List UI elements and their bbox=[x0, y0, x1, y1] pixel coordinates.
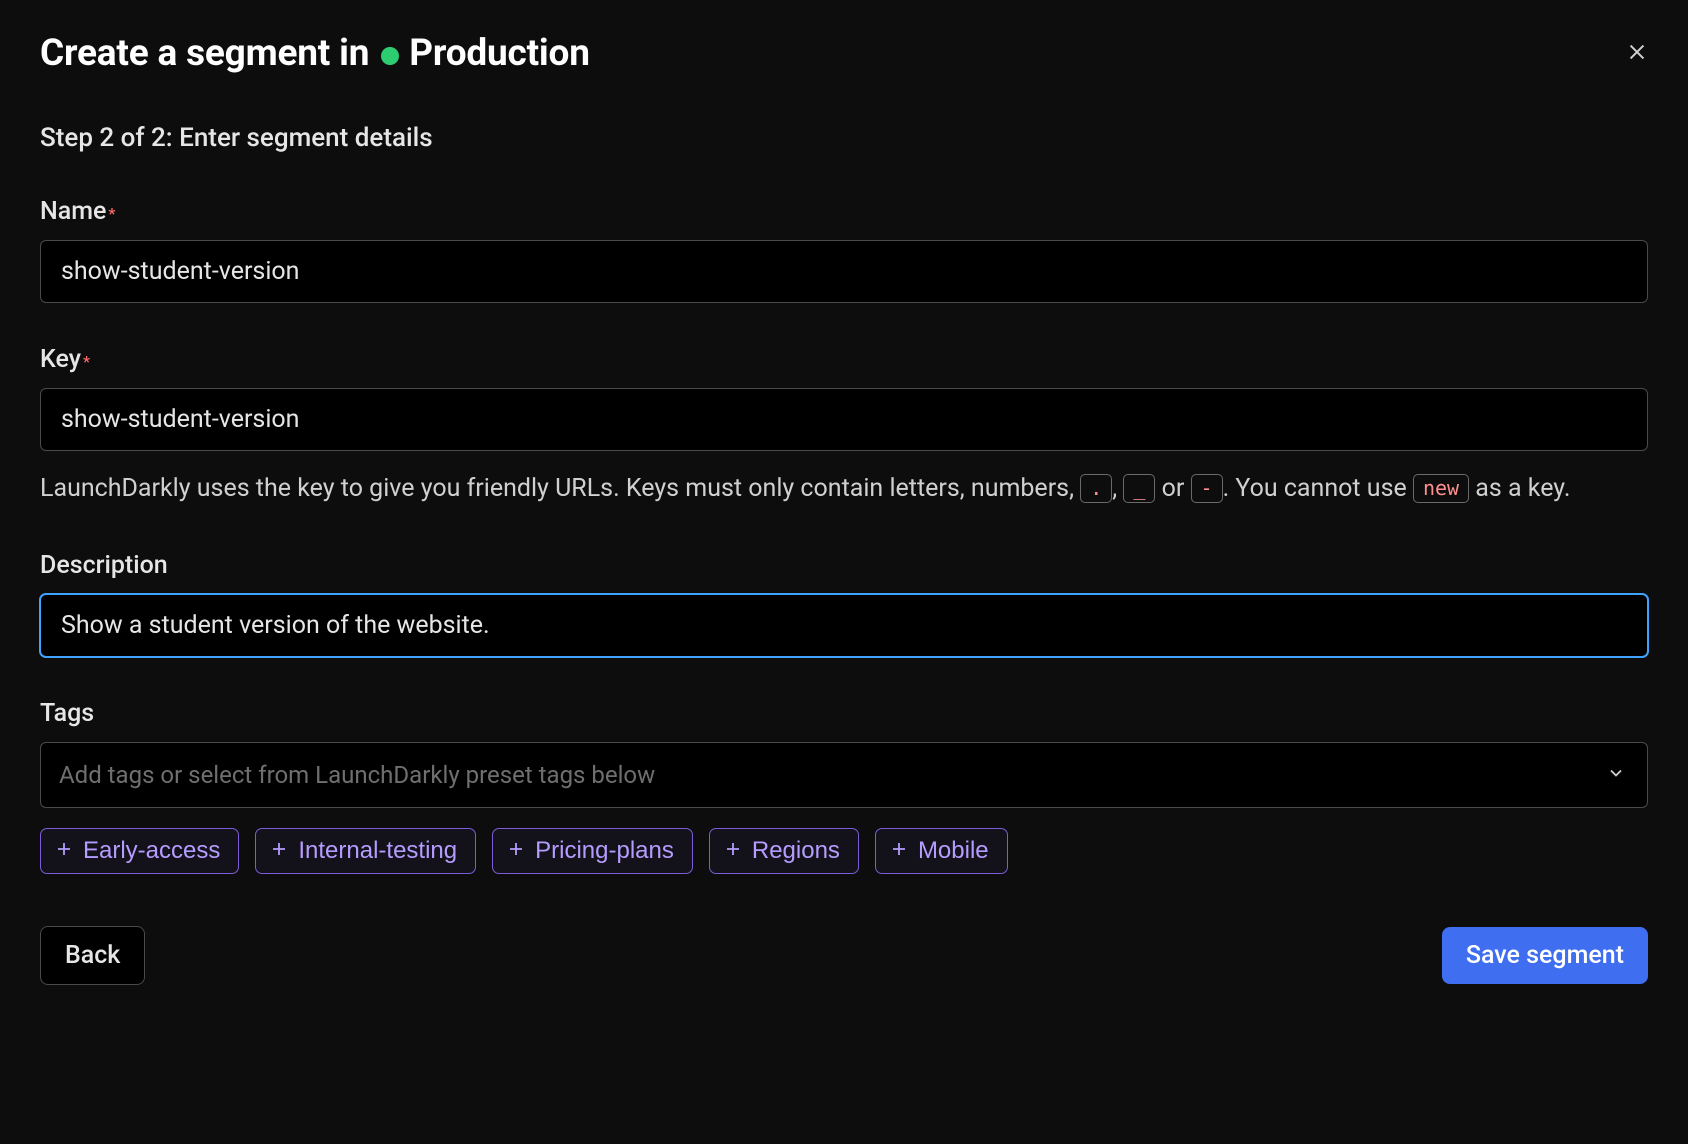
plus-icon bbox=[55, 837, 73, 865]
description-label: Description bbox=[40, 551, 168, 580]
key-label: Key bbox=[40, 345, 81, 374]
close-icon bbox=[1626, 41, 1648, 66]
help-sep1: , bbox=[1112, 474, 1123, 503]
help-sep2: or bbox=[1155, 474, 1190, 503]
code-token-dash: - bbox=[1191, 474, 1223, 503]
tags-input-wrap bbox=[40, 742, 1648, 808]
plus-icon bbox=[507, 837, 525, 865]
tag-label: Early-access bbox=[83, 837, 220, 865]
step-indicator: Step 2 of 2: Enter segment details bbox=[40, 123, 1648, 153]
close-button[interactable] bbox=[1618, 33, 1656, 74]
code-token-new: new bbox=[1413, 474, 1469, 503]
required-indicator: * bbox=[83, 352, 90, 371]
modal-header: Create a segment in Production bbox=[40, 32, 1648, 75]
tag-label: Pricing-plans bbox=[535, 837, 674, 865]
tags-field-group: Tags Early-access Internal-testing Prici… bbox=[40, 699, 1648, 874]
tag-label: Regions bbox=[752, 837, 840, 865]
tags-label: Tags bbox=[40, 699, 94, 728]
description-field-group: Description bbox=[40, 551, 1648, 657]
name-input[interactable] bbox=[40, 240, 1648, 303]
title-text-prefix: Create a segment in bbox=[40, 32, 369, 75]
modal-title: Create a segment in Production bbox=[40, 32, 590, 75]
key-input[interactable] bbox=[40, 388, 1648, 451]
tags-input[interactable] bbox=[40, 742, 1648, 808]
environment-name: Production bbox=[409, 32, 590, 75]
help-mid: . You cannot use bbox=[1223, 474, 1413, 503]
help-prefix: LaunchDarkly uses the key to give you fr… bbox=[40, 474, 1080, 503]
back-button[interactable]: Back bbox=[40, 926, 145, 985]
preset-tag-list: Early-access Internal-testing Pricing-pl… bbox=[40, 828, 1648, 874]
help-suffix: as a key. bbox=[1469, 474, 1570, 503]
code-token-underscore: _ bbox=[1123, 474, 1155, 503]
plus-icon bbox=[724, 837, 742, 865]
environment-status-dot-icon bbox=[381, 47, 399, 65]
tag-chip-mobile[interactable]: Mobile bbox=[875, 828, 1008, 874]
tag-chip-early-access[interactable]: Early-access bbox=[40, 828, 239, 874]
plus-icon bbox=[890, 837, 908, 865]
name-label: Name bbox=[40, 197, 106, 226]
tag-chip-internal-testing[interactable]: Internal-testing bbox=[255, 828, 476, 874]
create-segment-modal: Create a segment in Production Step 2 of… bbox=[0, 0, 1688, 1144]
tag-label: Mobile bbox=[918, 837, 989, 865]
code-token-dot: . bbox=[1080, 474, 1112, 503]
description-input[interactable] bbox=[40, 594, 1648, 657]
plus-icon bbox=[270, 837, 288, 865]
tag-chip-pricing-plans[interactable]: Pricing-plans bbox=[492, 828, 693, 874]
required-indicator: * bbox=[108, 204, 115, 223]
name-field-group: Name* bbox=[40, 197, 1648, 303]
modal-footer: Back Save segment bbox=[40, 926, 1648, 985]
key-helper-text: LaunchDarkly uses the key to give you fr… bbox=[40, 469, 1648, 509]
key-field-group: Key* LaunchDarkly uses the key to give y… bbox=[40, 345, 1648, 509]
save-segment-button[interactable]: Save segment bbox=[1442, 927, 1648, 984]
tag-chip-regions[interactable]: Regions bbox=[709, 828, 859, 874]
tag-label: Internal-testing bbox=[298, 837, 457, 865]
